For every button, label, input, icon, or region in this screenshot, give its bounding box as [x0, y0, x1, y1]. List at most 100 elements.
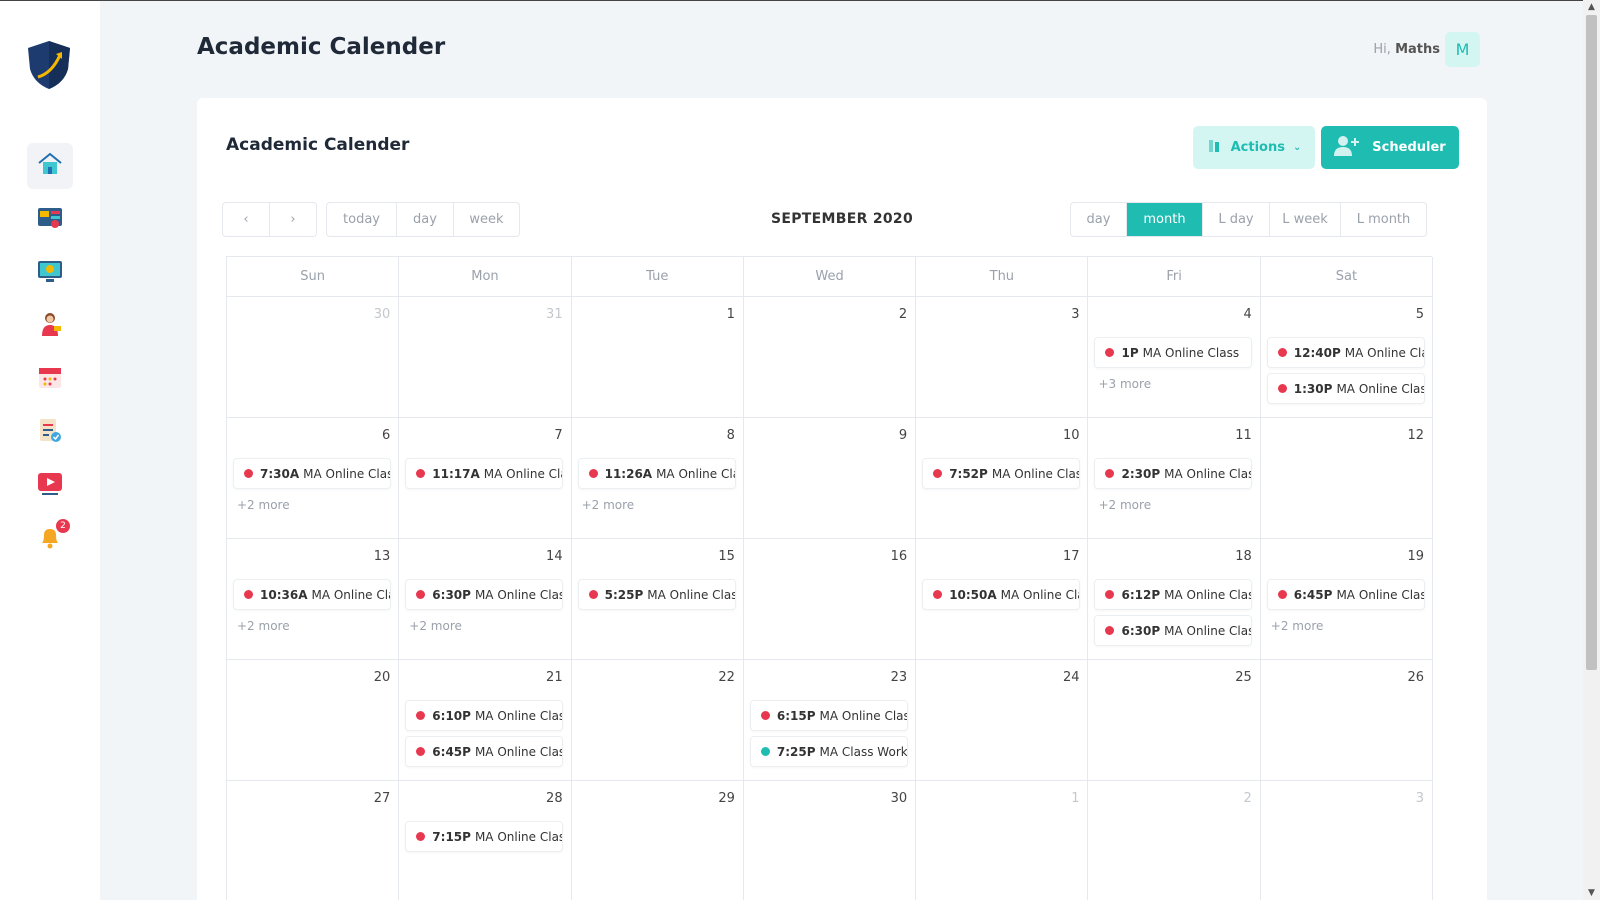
day-cell[interactable]: 20	[227, 660, 400, 781]
day-number[interactable]: 30	[374, 307, 391, 322]
calendar-event[interactable]: 6:30P MA Online Class	[1094, 615, 1253, 646]
calendar-event[interactable]: 7:15P MA Online Class	[405, 821, 564, 852]
day-number[interactable]: 2	[899, 307, 907, 322]
day-cell[interactable]: 17 10:50AMA Online Class	[916, 539, 1089, 660]
scroll-up-icon[interactable]: ▲	[1583, 2, 1600, 12]
day-cell[interactable]: 1	[916, 781, 1089, 900]
day-cell[interactable]: 11 2:30P MA Online Class +2 more	[1088, 418, 1261, 539]
day-cell[interactable]: 13 10:36AMA Online Class +2 more	[227, 539, 400, 660]
day-cell[interactable]: 26	[1260, 660, 1434, 781]
day-cell[interactable]: 9	[743, 418, 917, 539]
calendar-event[interactable]: 6:45P MA Online Class	[405, 736, 564, 767]
day-cell[interactable]: 7 11:17AMA Online Class	[399, 418, 572, 539]
day-number[interactable]: 27	[374, 791, 391, 806]
day-number[interactable]: 3	[1416, 791, 1424, 806]
calendar-event[interactable]: 11:17AMA Online Class	[405, 458, 564, 489]
day-cell[interactable]: 30	[744, 781, 917, 900]
sidebar-item-teacher[interactable]	[27, 303, 73, 349]
day-number[interactable]: 17	[1063, 549, 1080, 564]
more-events-link[interactable]: +2 more	[578, 498, 737, 512]
day-number[interactable]: 19	[1408, 549, 1425, 564]
more-events-link[interactable]: +2 more	[405, 619, 564, 633]
day-cell[interactable]: 28 7:15P MA Online Class	[399, 781, 572, 900]
list-week-button[interactable]: L week	[1270, 203, 1341, 236]
day-cell[interactable]: 2	[1088, 781, 1261, 900]
calendar-event[interactable]: 1:30P MA Online Class	[1266, 373, 1425, 404]
calendar-event[interactable]: 11:26AMA Online Class	[577, 458, 736, 489]
sidebar-item-bell[interactable]: 2	[27, 516, 73, 562]
day-cell[interactable]: 12	[1260, 418, 1434, 539]
day-number[interactable]: 1	[1071, 791, 1079, 806]
day-number[interactable]: 3	[1071, 307, 1079, 322]
scheduler-button[interactable]: Scheduler	[1321, 126, 1459, 169]
logo-icon[interactable]	[26, 39, 72, 91]
day-number[interactable]: 23	[891, 670, 908, 685]
day-cell[interactable]: 18 6:12P MA Online Class 6:30P MA Online Cla…	[1088, 539, 1261, 660]
day-number[interactable]: 25	[1235, 670, 1252, 685]
next-button[interactable]: ›	[270, 203, 316, 236]
day-view-button[interactable]: day	[397, 203, 454, 236]
calendar-event[interactable]: 6:15P MA Online Class	[749, 700, 908, 731]
day-number[interactable]: 1	[727, 307, 735, 322]
calendar-event[interactable]: 7:52P MA Online Class	[922, 458, 1081, 489]
more-events-link[interactable]: +3 more	[1094, 377, 1253, 391]
calendar-event[interactable]: 6:45P MA Online Class	[1266, 579, 1425, 610]
day-number[interactable]: 28	[546, 791, 563, 806]
day-number[interactable]: 31	[546, 307, 563, 322]
scrollbar-thumb[interactable]	[1586, 15, 1597, 670]
day-number[interactable]: 18	[1235, 549, 1252, 564]
day-cell[interactable]: 3	[1261, 781, 1434, 900]
day-view-button-right[interactable]: day	[1071, 203, 1127, 236]
more-events-link[interactable]: +2 more	[233, 498, 392, 512]
more-events-link[interactable]: +2 more	[1267, 619, 1426, 633]
day-cell[interactable]: 30	[227, 297, 400, 418]
day-cell[interactable]: 6 7:30A MA Online Class +2 more	[227, 418, 400, 539]
day-number[interactable]: 26	[1408, 670, 1425, 685]
calendar-event[interactable]: 10:36AMA Online Class	[233, 579, 391, 610]
sidebar-item-video[interactable]	[27, 462, 73, 508]
week-view-button[interactable]: week	[454, 203, 519, 236]
calendar-event[interactable]: 1P MA Online Class	[1094, 337, 1253, 368]
more-events-link[interactable]: +2 more	[233, 619, 392, 633]
day-number[interactable]: 29	[718, 791, 735, 806]
day-number[interactable]: 7	[554, 428, 562, 443]
day-cell[interactable]: 14 6:30P MA Online Class +2 more	[399, 539, 572, 660]
day-cell[interactable]: 8 11:26AMA Online Class +2 more	[571, 418, 744, 539]
more-events-link[interactable]: +2 more	[1094, 498, 1253, 512]
prev-button[interactable]: ‹	[223, 203, 270, 236]
day-cell[interactable]: 15 5:25P MA Online Class	[571, 539, 744, 660]
page-scrollbar[interactable]: ▲ ▼	[1583, 0, 1600, 900]
sidebar-item-monitor[interactable]	[27, 250, 73, 296]
day-cell[interactable]: 31	[399, 297, 572, 418]
day-number[interactable]: 24	[1063, 670, 1080, 685]
calendar-event[interactable]: 6:12P MA Online Class	[1094, 579, 1253, 610]
actions-button[interactable]: Actions ⌄	[1193, 126, 1315, 169]
scroll-down-icon[interactable]: ▼	[1583, 888, 1600, 898]
sidebar-item-home[interactable]	[27, 143, 73, 189]
day-cell[interactable]: 16	[743, 539, 917, 660]
day-number[interactable]: 6	[382, 428, 390, 443]
day-cell[interactable]: 19 6:45P MA Online Class +2 more	[1260, 539, 1434, 660]
sidebar-item-calendar[interactable]	[27, 356, 73, 402]
day-number[interactable]: 15	[718, 549, 735, 564]
calendar-event[interactable]: 2:30P MA Online Class	[1094, 458, 1253, 489]
calendar-event[interactable]: 7:25P MA Class Work	[749, 736, 908, 767]
day-number[interactable]: 9	[899, 428, 907, 443]
day-cell[interactable]: 29	[572, 781, 744, 900]
day-cell[interactable]: 2	[743, 297, 917, 418]
day-number[interactable]: 30	[891, 791, 908, 806]
day-number[interactable]: 20	[374, 670, 391, 685]
calendar-event[interactable]: 7:30A MA Online Class	[233, 458, 391, 489]
day-cell[interactable]: 4 1P MA Online Class +3 more	[1088, 297, 1261, 418]
day-cell[interactable]: 25	[1088, 660, 1261, 781]
day-number[interactable]: 5	[1416, 307, 1424, 322]
calendar-event[interactable]: 5:25P MA Online Class	[577, 579, 736, 610]
day-number[interactable]: 2	[1244, 791, 1252, 806]
calendar-event[interactable]: 6:30P MA Online Class	[405, 579, 564, 610]
day-cell[interactable]: 10 7:52P MA Online Class	[916, 418, 1089, 539]
day-cell[interactable]: 27	[227, 781, 400, 900]
day-cell[interactable]: 23 6:15P MA Online Class 7:25P MA Class Work	[743, 660, 917, 781]
day-number[interactable]: 14	[546, 549, 563, 564]
day-cell[interactable]: 24	[916, 660, 1089, 781]
calendar-event[interactable]: 10:50AMA Online Class	[922, 579, 1081, 610]
